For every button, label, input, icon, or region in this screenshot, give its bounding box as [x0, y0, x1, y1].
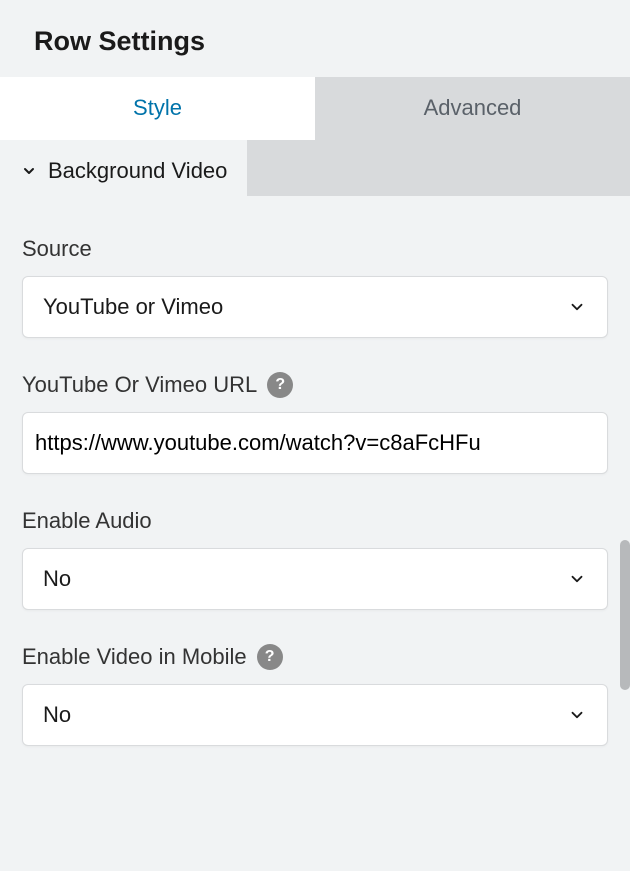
field-group-source: Source YouTube or Vimeo: [22, 236, 608, 338]
help-icon[interactable]: ?: [267, 372, 293, 398]
label-enable-video-mobile-text: Enable Video in Mobile: [22, 644, 247, 670]
chevron-down-icon: [20, 162, 38, 180]
select-enable-video-mobile[interactable]: No: [22, 684, 608, 746]
label-enable-audio: Enable Audio: [22, 508, 608, 534]
select-source[interactable]: YouTube or Vimeo: [22, 276, 608, 338]
label-source: Source: [22, 236, 608, 262]
chevron-down-icon: [567, 297, 587, 317]
input-url-wrapper: [22, 412, 608, 474]
inactive-panel-fill: [247, 140, 630, 196]
tab-style[interactable]: Style: [0, 77, 315, 140]
field-group-enable-audio: Enable Audio No: [22, 508, 608, 610]
chevron-down-icon: [567, 705, 587, 725]
tabs-container: Style Advanced: [0, 77, 630, 140]
select-enable-audio[interactable]: No: [22, 548, 608, 610]
section-title: Background Video: [48, 158, 227, 184]
label-enable-video-mobile: Enable Video in Mobile ?: [22, 644, 608, 670]
tab-advanced[interactable]: Advanced: [315, 77, 630, 140]
page-title: Row Settings: [0, 0, 630, 77]
field-group-url: YouTube Or Vimeo URL ?: [22, 372, 608, 474]
label-url: YouTube Or Vimeo URL ?: [22, 372, 608, 398]
select-source-value: YouTube or Vimeo: [43, 294, 223, 320]
help-icon[interactable]: ?: [257, 644, 283, 670]
input-url[interactable]: [35, 430, 595, 456]
field-group-enable-video-mobile: Enable Video in Mobile ? No: [22, 644, 608, 746]
select-enable-audio-value: No: [43, 566, 71, 592]
form-body: Source YouTube or Vimeo YouTube Or Vimeo…: [0, 200, 630, 800]
section-header-row: Background Video: [0, 140, 630, 200]
label-url-text: YouTube Or Vimeo URL: [22, 372, 257, 398]
chevron-down-icon: [567, 569, 587, 589]
section-toggle-background-video[interactable]: Background Video: [0, 142, 247, 200]
scrollbar[interactable]: [620, 540, 630, 690]
select-enable-video-mobile-value: No: [43, 702, 71, 728]
